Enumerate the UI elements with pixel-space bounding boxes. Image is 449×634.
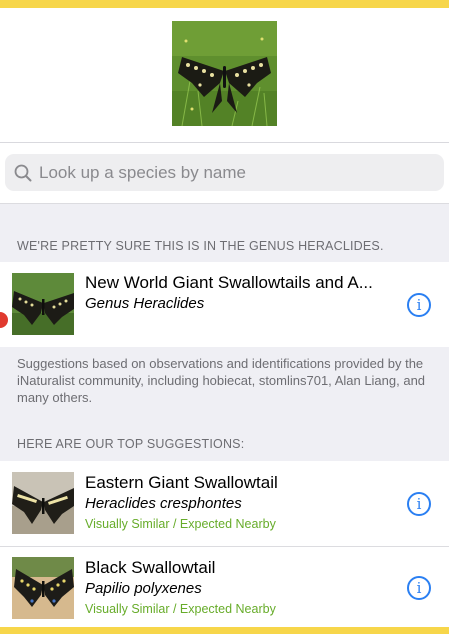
search-area [0,143,449,203]
info-icon[interactable]: i [407,492,431,516]
suggestion-reason-tag: Visually Similar / Expected Nearby [85,602,276,616]
observation-photo-area [0,8,449,142]
species-scientific-name: Papilio polyxenes [85,580,202,597]
search-bar[interactable] [5,154,444,191]
attribution-text: Suggestions based on observations and id… [17,356,426,405]
top-suggestions-label: HERE ARE OUR TOP SUGGESTIONS: [17,437,245,451]
genus-section-label: WE'RE PRETTY SURE THIS IS IN THE GENUS H… [17,239,384,253]
species-scientific-name: Heraclides cresphontes [85,495,242,512]
observation-photo[interactable] [172,21,277,126]
suggestion-reason-tag: Visually Similar / Expected Nearby [85,517,276,531]
top-frame-bar [0,0,449,8]
species-thumbnail [12,557,74,619]
genus-scientific-name: Genus Heraclides [85,295,205,312]
species-search-input[interactable] [39,162,419,183]
genus-common-name: New World Giant Swallowtails and A... [85,273,373,292]
species-thumbnail [12,472,74,534]
species-common-name: Black Swallowtail [85,558,216,577]
genus-suggestion-row[interactable]: New World Giant Swallowtails and A... Ge… [0,262,449,347]
info-icon[interactable]: i [407,576,431,600]
genus-section-header: WE'RE PRETTY SURE THIS IS IN THE GENUS H… [0,203,449,262]
info-icon[interactable]: i [407,293,431,317]
suggestions-section-header: Suggestions based on observations and id… [0,347,449,461]
suggestion-row[interactable]: Black Swallowtail Papilio polyxenes Visu… [0,547,449,627]
genus-thumbnail [12,273,74,335]
bottom-frame-bar [0,627,449,634]
search-icon [14,164,32,181]
species-common-name: Eastern Giant Swallowtail [85,473,278,492]
suggestion-row[interactable]: Eastern Giant Swallowtail Heraclides cre… [0,461,449,546]
